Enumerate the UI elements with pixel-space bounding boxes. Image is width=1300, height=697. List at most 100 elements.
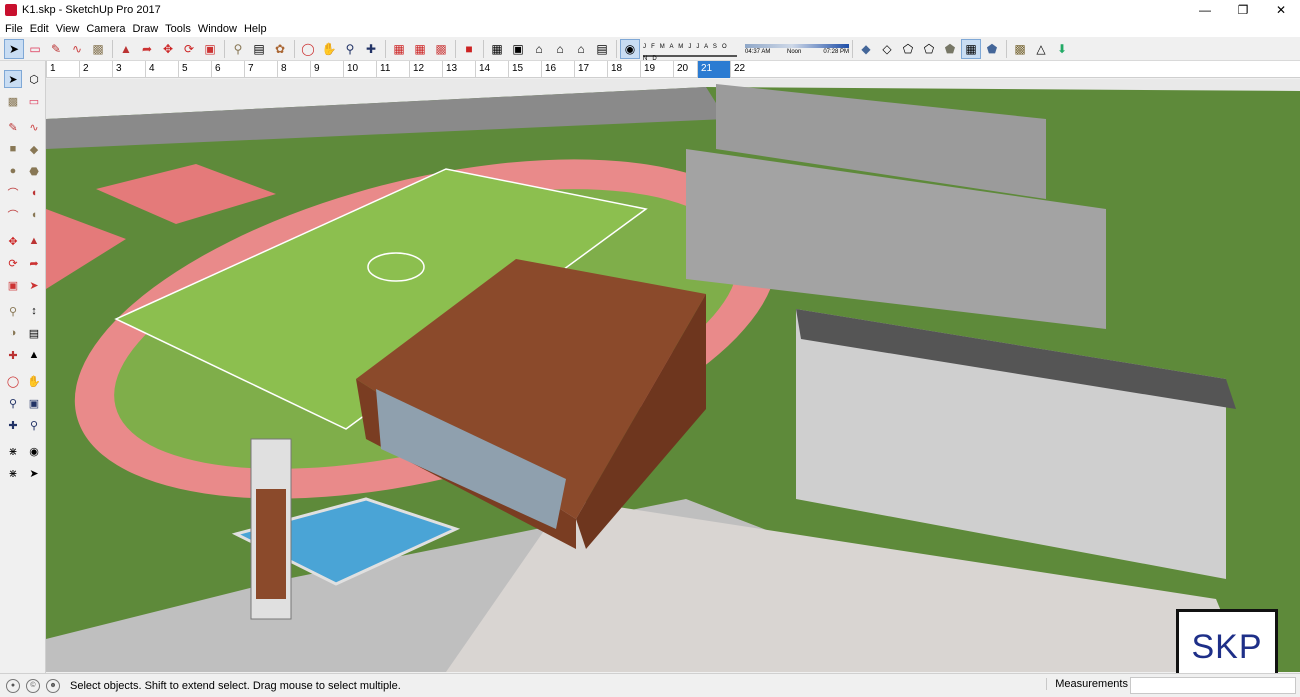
push-pull-icon[interactable]: ▲	[116, 39, 136, 59]
eraser-icon[interactable]: ▭	[25, 92, 43, 110]
scale-icon[interactable]: ▣	[200, 39, 220, 59]
select-icon[interactable]: ➤	[4, 38, 24, 59]
text-icon[interactable]: ▤	[25, 324, 43, 342]
right-view-icon[interactable]: ⌂	[550, 39, 570, 59]
menu-view[interactable]: View	[55, 23, 86, 35]
scene-tab[interactable]: 5	[178, 61, 211, 78]
offset-icon[interactable]: ➤	[25, 276, 43, 294]
shaded-textures-icon[interactable]: ▦	[961, 38, 981, 59]
scene-tab[interactable]: 4	[145, 61, 178, 78]
geo-location-icon[interactable]: ●	[6, 678, 20, 693]
zoom-extents-icon[interactable]: ✚	[4, 416, 22, 434]
scene-tab[interactable]: 2	[79, 61, 112, 78]
previous-view-icon[interactable]: ⚲	[25, 416, 43, 434]
scene-tab[interactable]: 1	[46, 61, 79, 78]
pan-icon[interactable]: ✋	[319, 39, 339, 59]
model-viewport[interactable]	[46, 79, 1300, 672]
zoom-window-icon[interactable]: ▣	[25, 394, 43, 412]
axes-icon[interactable]: ✚	[4, 346, 22, 364]
left-view-icon[interactable]: ▤	[592, 39, 612, 59]
pencil-icon[interactable]: ✎	[46, 39, 66, 59]
scene-tab[interactable]: 11	[376, 61, 409, 78]
rotate-icon[interactable]: ⟳	[4, 254, 22, 272]
scale-icon[interactable]: ▣	[4, 276, 22, 294]
shadows-icon[interactable]: ◉	[620, 38, 640, 59]
menu-file[interactable]: File	[4, 23, 29, 35]
styles-icon[interactable]: ■	[459, 39, 479, 59]
rectangle-icon[interactable]: ■	[4, 140, 22, 158]
section-plane-icon[interactable]: ▩	[1010, 39, 1030, 59]
paint-bucket-icon[interactable]: ▩	[4, 92, 22, 110]
3d-text-icon[interactable]: ▲	[25, 346, 43, 364]
scene-tab[interactable]: 6	[211, 61, 244, 78]
user-icon[interactable]: ☻	[46, 678, 60, 693]
dimension-icon[interactable]: ↕	[25, 302, 43, 320]
menu-window[interactable]: Window	[197, 23, 243, 35]
shaded-icon[interactable]: ⬟	[940, 39, 960, 59]
zoom-extents-icon[interactable]: ✚	[361, 39, 381, 59]
tape-measure-icon[interactable]: ⚲	[4, 302, 22, 320]
make-component-icon[interactable]: ⬡	[25, 70, 43, 88]
measurements-input[interactable]	[1130, 677, 1296, 694]
protractor-icon[interactable]: ◑	[4, 324, 22, 342]
paint-bucket-icon[interactable]: ▩	[88, 39, 108, 59]
freehand-icon[interactable]: ∿	[25, 118, 43, 136]
scene-tab[interactable]: 14	[475, 61, 508, 78]
scene-tab[interactable]: 13	[442, 61, 475, 78]
menu-draw[interactable]: Draw	[131, 23, 164, 35]
iso-view-icon[interactable]: ▦	[487, 39, 507, 59]
wireframe-icon[interactable]: ⬠	[898, 39, 918, 59]
zoom-icon[interactable]: ⚲	[4, 394, 22, 412]
menu-tools[interactable]: Tools	[164, 23, 197, 35]
orbit-icon[interactable]: ◯	[298, 39, 318, 59]
move-icon[interactable]: ✥	[158, 39, 178, 59]
two-point-arc-icon[interactable]: ⌒	[4, 206, 22, 224]
menu-help[interactable]: Help	[243, 23, 273, 35]
three-point-arc-icon[interactable]: ◖	[25, 206, 43, 224]
follow-me-icon[interactable]: ➦	[137, 39, 157, 59]
zoom-icon[interactable]: ⚲	[340, 39, 360, 59]
section-display-icon[interactable]: △	[1031, 39, 1051, 59]
credits-icon[interactable]: ©	[26, 678, 40, 693]
xray-icon[interactable]: ◆	[856, 39, 876, 59]
pie-icon[interactable]: ◖	[25, 184, 43, 202]
menu-camera[interactable]: Camera	[85, 23, 131, 35]
pan-icon[interactable]: ✋	[25, 372, 43, 390]
text-icon[interactable]: ▤	[249, 39, 269, 59]
scene-tab[interactable]: 17	[574, 61, 607, 78]
extension-warehouse-icon[interactable]: ▦	[410, 39, 430, 59]
position-camera-icon[interactable]: ⋇	[4, 464, 22, 482]
rotated-rectangle-icon[interactable]: ◆	[25, 140, 43, 158]
hidden-line-icon[interactable]: ⬠	[919, 39, 939, 59]
walk-icon[interactable]: ⋇	[4, 442, 22, 460]
tape-measure-icon[interactable]: ⚲	[228, 39, 248, 59]
line-icon[interactable]: ✎	[4, 118, 22, 136]
shadow-month-slider[interactable]: J F M A M J J A S O N D	[643, 41, 737, 62]
monochrome-icon[interactable]: ⬟	[982, 39, 1002, 59]
orbit-icon[interactable]: ◯	[4, 372, 22, 390]
menu-edit[interactable]: Edit	[29, 23, 55, 35]
front-view-icon[interactable]: ⌂	[529, 39, 549, 59]
eraser-icon[interactable]: ▭	[25, 39, 45, 59]
section-plane-icon[interactable]: ➤	[25, 464, 43, 482]
back-view-icon[interactable]: ⌂	[571, 39, 591, 59]
close-button[interactable]: ✕	[1262, 0, 1300, 20]
paint-icon[interactable]: ✿	[270, 39, 290, 59]
arc-icon[interactable]: ⌒	[4, 184, 22, 202]
scene-tab[interactable]: 8	[277, 61, 310, 78]
shadow-settings[interactable]: J F M A M J J A S O N D 04:37 AM Noon 07…	[643, 38, 849, 62]
minimize-button[interactable]: —	[1186, 0, 1224, 20]
maximize-button[interactable]: ❐	[1224, 0, 1262, 20]
section-cuts-icon[interactable]: ⬇	[1052, 39, 1072, 59]
freehand-icon[interactable]: ∿	[67, 39, 87, 59]
back-edges-icon[interactable]: ◇	[877, 39, 897, 59]
push-pull-icon[interactable]: ▲	[25, 232, 43, 250]
polygon-icon[interactable]: ⬣	[25, 162, 43, 180]
select-icon[interactable]: ➤	[4, 70, 22, 88]
shadow-time-slider[interactable]: 04:37 AM Noon 07:28 PM	[745, 41, 849, 57]
scene-tab-active[interactable]: 21	[697, 61, 730, 78]
scene-tab[interactable]: 16	[541, 61, 574, 78]
scene-tab[interactable]: 19	[640, 61, 673, 78]
layout-icon[interactable]: ▩	[431, 39, 451, 59]
scene-tab[interactable]: 12	[409, 61, 442, 78]
